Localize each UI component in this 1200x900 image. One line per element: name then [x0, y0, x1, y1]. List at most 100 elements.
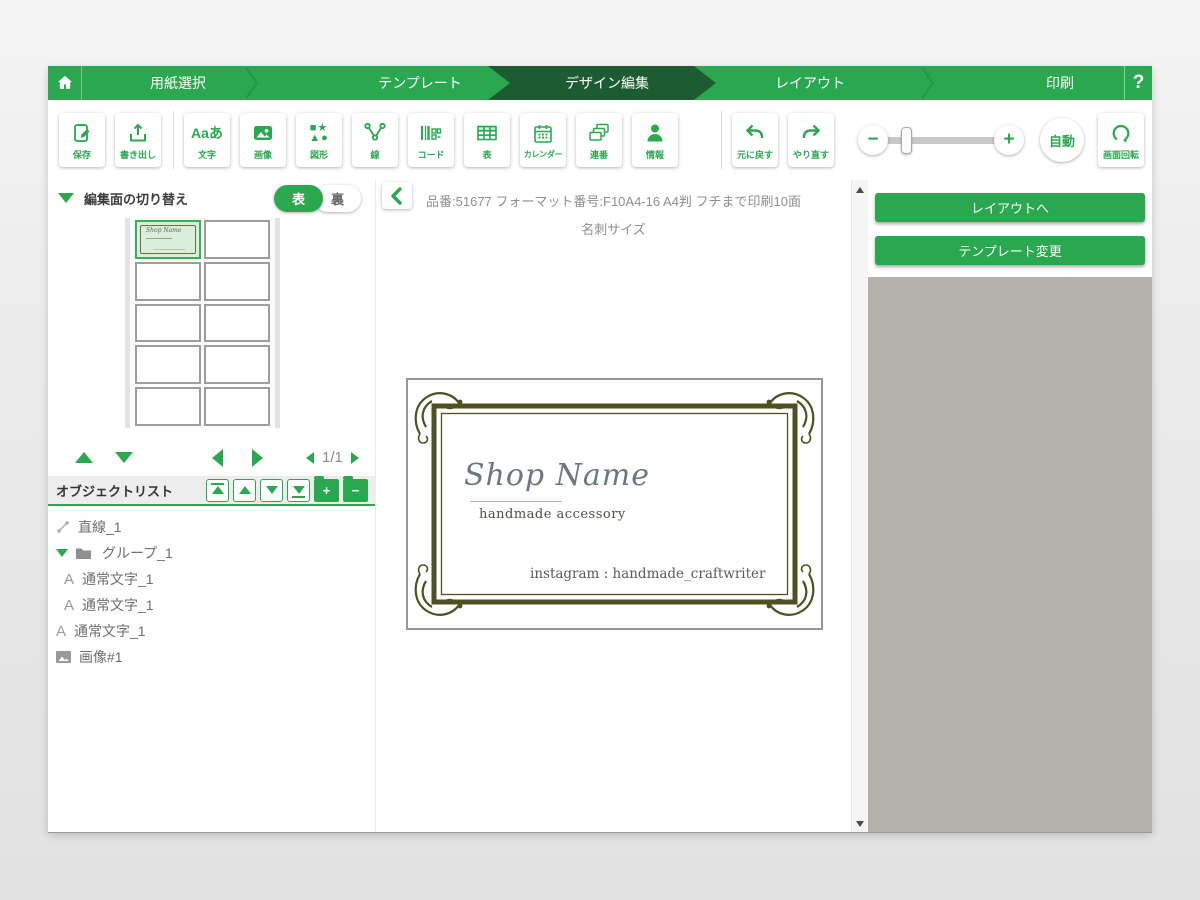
zoom-out-button[interactable]: −: [858, 125, 888, 155]
step-separator-icon: [245, 67, 259, 99]
bring-forward-button[interactable]: [233, 478, 256, 502]
move-up-arrow-icon[interactable]: [75, 452, 93, 463]
card-instagram-text[interactable]: instagram : handmade_craftwriter: [530, 566, 765, 582]
object-item-image[interactable]: 画像#1: [48, 644, 375, 670]
label-cell[interactable]: [135, 303, 201, 343]
scroll-down-icon[interactable]: [856, 821, 864, 827]
sheet-preview: Shop Name: [125, 218, 280, 428]
toolbar: 保存 書き出し Aaあ 文字 画像 ■★ ▲● 図形 線 コード 表 カレンダー…: [48, 100, 1152, 180]
nav-step-template[interactable]: テンプレート: [378, 66, 462, 100]
change-template-button[interactable]: テンプレート変更: [875, 236, 1145, 265]
object-item-text[interactable]: A 通常文字_1: [48, 618, 375, 644]
label-cell[interactable]: [204, 345, 270, 385]
object-label: 通常文字_1: [74, 623, 146, 639]
label-cell[interactable]: [204, 261, 270, 301]
auto-zoom-button[interactable]: 自動: [1040, 118, 1084, 162]
line-tool-icon: [363, 119, 387, 147]
info-tool-button[interactable]: 情報: [632, 113, 678, 167]
redo-button[interactable]: やり直す: [788, 113, 834, 167]
edit-side-title: 編集面の切り替え: [84, 191, 189, 207]
object-label: グループ_1: [102, 545, 173, 561]
page-nav: 1/1: [306, 449, 359, 466]
collapse-panel-button[interactable]: [382, 182, 412, 209]
shape-tool-button[interactable]: ■★ ▲● 図形: [296, 113, 342, 167]
zoom-slider[interactable]: [885, 126, 997, 154]
redo-icon: [799, 119, 823, 147]
calendar-tool-label: カレンダー: [523, 150, 563, 159]
mini-card-shop-name: Shop Name: [146, 227, 182, 234]
serial-number-icon: [587, 119, 611, 147]
group-add-button[interactable]: +: [314, 475, 339, 502]
calendar-tool-button[interactable]: カレンダー: [520, 113, 566, 167]
help-button[interactable]: ?: [1124, 66, 1152, 100]
step-separator-icon: [921, 67, 935, 99]
code-tool-label: コード: [417, 150, 445, 160]
text-tool-label: 文字: [197, 150, 216, 160]
prev-page-icon[interactable]: [306, 451, 314, 464]
line-tool-button[interactable]: 線: [352, 113, 398, 167]
move-right-arrow-icon[interactable]: [252, 449, 263, 467]
send-to-back-button[interactable]: [287, 478, 310, 502]
label-cell[interactable]: [135, 345, 201, 385]
object-label: 通常文字_1: [82, 597, 154, 613]
canvas-scrollbar[interactable]: [851, 180, 868, 832]
card-subtitle[interactable]: handmade accessory: [479, 507, 626, 522]
rotate-view-button[interactable]: 画面回転: [1098, 113, 1144, 167]
group-expand-icon[interactable]: [56, 549, 68, 557]
label-cell[interactable]: [135, 387, 201, 426]
rotate-icon: [1110, 119, 1132, 147]
table-tool-button[interactable]: 表: [464, 113, 510, 167]
send-backward-button[interactable]: [260, 478, 283, 502]
card-shop-name[interactable]: Shop Name: [464, 458, 650, 493]
code-tool-button[interactable]: コード: [408, 113, 454, 167]
object-item-text[interactable]: A 通常文字_1: [48, 566, 375, 592]
object-item-line[interactable]: 直線_1: [48, 514, 375, 540]
design-canvas[interactable]: 品番:51677 フォーマット番号:F10A4-16 A4判 フチまで印刷10面…: [375, 180, 851, 832]
undo-button[interactable]: 元に戻す: [732, 113, 778, 167]
save-label: 保存: [72, 150, 91, 160]
home-button[interactable]: [48, 66, 82, 100]
bring-to-front-button[interactable]: [206, 478, 229, 502]
text-tool-button[interactable]: Aaあ 文字: [184, 113, 230, 167]
object-item-group[interactable]: グループ_1: [48, 540, 375, 566]
left-panel: 編集面の切り替え 表 裏 Shop Name 1/1 オブジェクトリスト + −…: [48, 180, 375, 832]
label-cell[interactable]: [135, 261, 201, 301]
scroll-up-icon[interactable]: [856, 187, 864, 193]
collapse-section-icon[interactable]: [58, 193, 74, 203]
image-tool-icon: [251, 119, 275, 147]
app-window: 用紙選択 テンプレート デザイン編集 レイアウト 印刷 ? 保存 書き出し Aa…: [48, 66, 1152, 832]
move-left-arrow-icon[interactable]: [212, 449, 223, 467]
nav-step-design-active[interactable]: デザイン編集: [488, 66, 716, 100]
front-side-button[interactable]: 表: [274, 184, 323, 212]
label-cell[interactable]: [204, 303, 270, 343]
move-down-arrow-icon[interactable]: [115, 452, 133, 463]
side-toggle: 表 裏: [274, 184, 361, 212]
label-cell-selected[interactable]: Shop Name: [135, 220, 201, 259]
object-item-text[interactable]: A 通常文字_1: [48, 592, 375, 618]
ornate-frame: [414, 392, 815, 616]
label-cell[interactable]: [204, 387, 270, 426]
right-panel: レイアウトへ テンプレート変更: [868, 180, 1152, 832]
save-button[interactable]: 保存: [59, 113, 105, 167]
image-tool-label: 画像: [253, 150, 272, 160]
serial-number-tool-button[interactable]: 連番: [576, 113, 622, 167]
export-button[interactable]: 書き出し: [115, 113, 161, 167]
zoom-in-button[interactable]: +: [994, 125, 1024, 155]
group-remove-button[interactable]: −: [343, 475, 368, 502]
image-tool-button[interactable]: 画像: [240, 113, 286, 167]
object-list-header: オブジェクトリスト + −: [48, 475, 375, 506]
zoom-slider-handle[interactable]: [901, 126, 912, 154]
nav-step-print[interactable]: 印刷: [1046, 66, 1074, 100]
card-underline: [470, 501, 562, 502]
business-card[interactable]: Shop Name handmade accessory instagram :…: [406, 378, 823, 630]
nav-step-paper[interactable]: 用紙選択: [150, 66, 206, 100]
folder-icon: [75, 547, 92, 560]
next-page-icon[interactable]: [350, 451, 359, 464]
text-object-icon: A: [64, 596, 75, 614]
image-object-icon: [56, 651, 71, 663]
object-list: 直線_1 グループ_1 A 通常文字_1 A 通常文字_1 A 通常文字_1 画…: [48, 514, 375, 670]
label-cell[interactable]: [204, 220, 270, 259]
nav-step-layout[interactable]: レイアウト: [775, 66, 845, 100]
toolbar-divider: [173, 111, 174, 169]
to-layout-button[interactable]: レイアウトへ: [875, 193, 1145, 222]
